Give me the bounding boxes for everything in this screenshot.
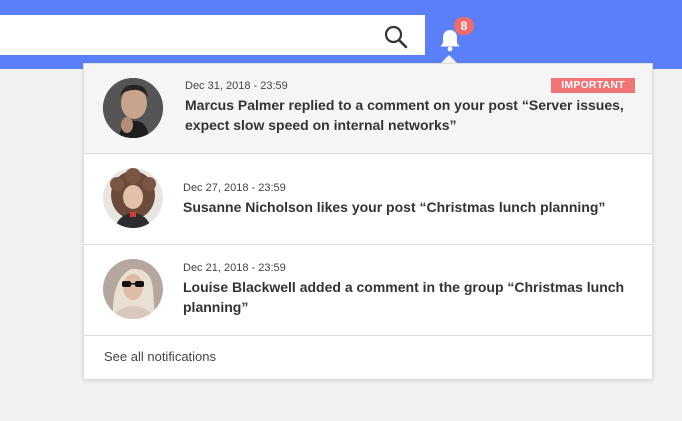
- notification-text: Susanne Nicholson likes your post “Chris…: [183, 199, 606, 215]
- avatar: [103, 168, 163, 228]
- notification-item[interactable]: Dec 21, 2018 - 23:59 Louise Blackwell ad…: [84, 245, 652, 336]
- notification-count-badge: 8: [454, 17, 474, 35]
- notification-date: Dec 27, 2018 - 23:59: [183, 182, 286, 194]
- notification-date: Dec 21, 2018 - 23:59: [183, 262, 286, 274]
- notifications-dropdown: Dec 31, 2018 - 23:59 IMPORTANT Marcus Pa…: [83, 63, 653, 380]
- dropdown-caret: [441, 55, 457, 63]
- avatar: [103, 78, 163, 138]
- avatar: [103, 259, 163, 319]
- notification-text: Marcus Palmer replied to a comment on yo…: [185, 97, 624, 133]
- see-all-notifications-link[interactable]: See all notifications: [104, 349, 216, 364]
- search-box: [0, 15, 425, 55]
- notification-item[interactable]: Dec 27, 2018 - 23:59 Susanne Nicholson l…: [84, 154, 652, 245]
- search-input[interactable]: [0, 15, 370, 55]
- top-header-bar: 8: [0, 0, 682, 69]
- important-tag: IMPORTANT: [551, 78, 635, 93]
- search-icon[interactable]: [383, 24, 409, 50]
- notification-text: Louise Blackwell added a comment in the …: [183, 279, 625, 315]
- notification-date: Dec 31, 2018 - 23:59: [185, 80, 288, 92]
- notification-item[interactable]: Dec 31, 2018 - 23:59 IMPORTANT Marcus Pa…: [84, 64, 652, 154]
